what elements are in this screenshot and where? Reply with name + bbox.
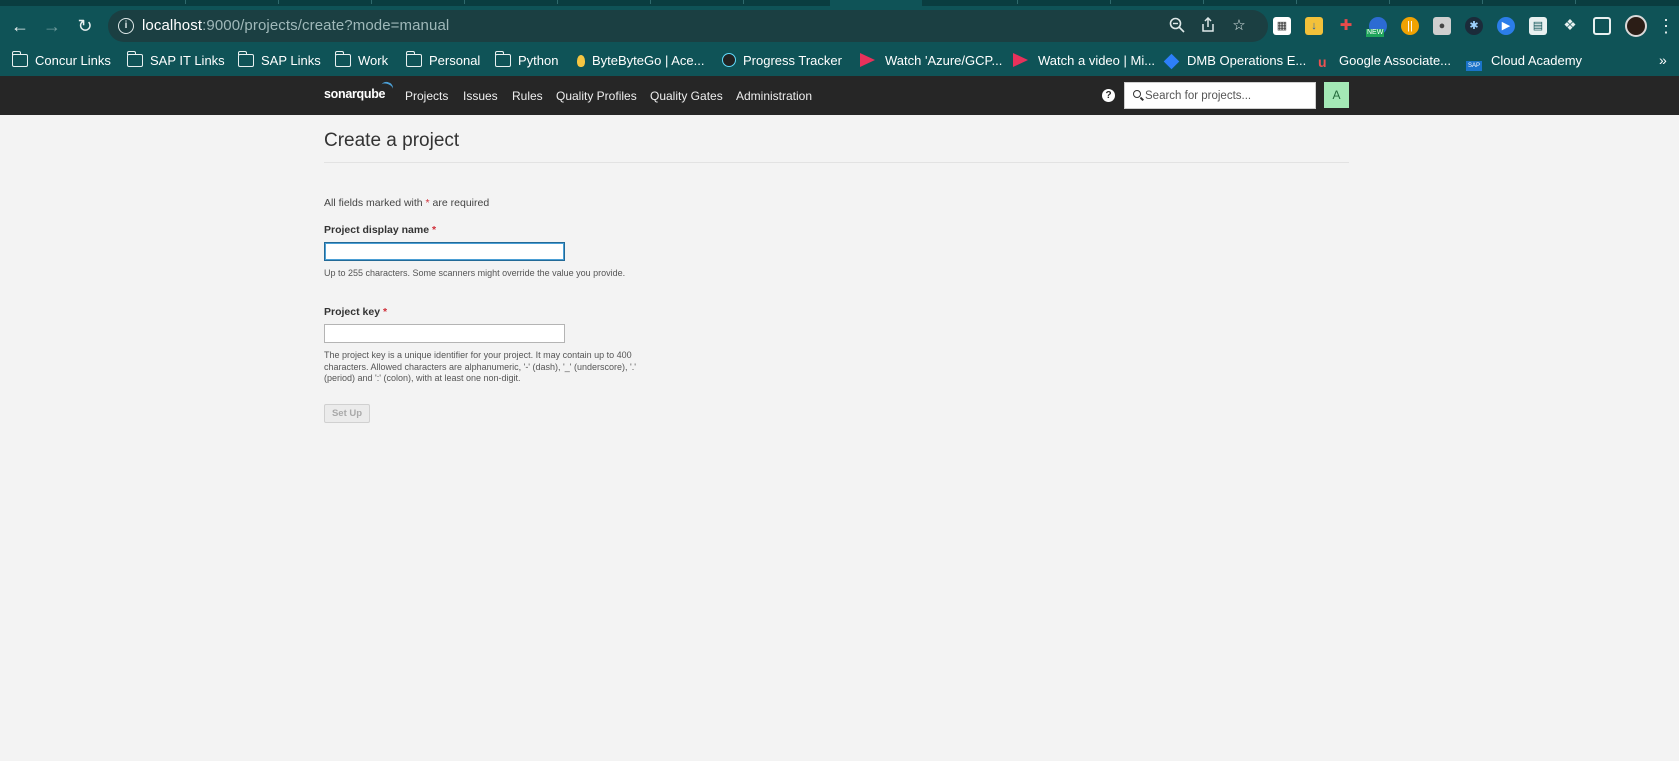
folder-icon: [334, 51, 351, 67]
required-fields-note: All fields marked with * are required: [324, 197, 490, 209]
zoom-icon[interactable]: [1168, 17, 1186, 35]
bookmarks-bar: Concur Links SAP IT Links SAP Links Work…: [0, 46, 1679, 76]
project-key-help: The project key is a unique identifier f…: [324, 350, 636, 383]
video-extension-icon[interactable]: ▶: [1497, 17, 1515, 35]
folder-icon: [237, 51, 254, 67]
puzzle-extensions-icon[interactable]: ❖: [1561, 17, 1579, 35]
bookmark-work[interactable]: Work: [334, 51, 388, 71]
folder-icon: [11, 51, 28, 67]
project-key-input[interactable]: [324, 324, 565, 343]
bookmark-python[interactable]: Python: [494, 51, 558, 71]
bookmark-cloud-academy[interactable]: SAP Cloud Academy: [1466, 51, 1582, 71]
new-badge: NEW: [1366, 29, 1385, 37]
folder-icon: [494, 51, 511, 67]
address-bar[interactable]: i localhost:9000/projects/create?mode=ma…: [108, 10, 1268, 42]
user-avatar[interactable]: A: [1324, 82, 1349, 108]
qr-code-icon[interactable]: ▦: [1273, 17, 1291, 35]
sonarqube-logo[interactable]: sonarqube: [324, 80, 395, 101]
share-icon[interactable]: [1199, 16, 1217, 35]
bookmark-sap-it-links[interactable]: SAP IT Links: [126, 51, 225, 71]
bookmark-concur-links[interactable]: Concur Links: [11, 51, 111, 71]
profile-avatar[interactable]: [1625, 15, 1647, 37]
slack-icon[interactable]: ✚: [1337, 17, 1355, 35]
url-text[interactable]: localhost:9000/projects/create?mode=manu…: [142, 17, 449, 34]
folder-icon: [126, 51, 143, 67]
project-display-name-input[interactable]: [324, 242, 565, 261]
nav-projects[interactable]: Projects: [405, 89, 448, 103]
setup-button[interactable]: Set Up: [324, 404, 370, 423]
settings-extension-icon[interactable]: ✱: [1465, 17, 1483, 35]
nav-issues[interactable]: Issues: [463, 89, 498, 103]
nav-administration[interactable]: Administration: [736, 89, 812, 103]
display-name-label: Project display name *: [324, 224, 437, 236]
diamond-icon: [1163, 53, 1180, 70]
info-icon[interactable]: i: [118, 18, 134, 34]
play-arrow-icon: [860, 53, 875, 67]
nav-quality-profiles[interactable]: Quality Profiles: [556, 89, 637, 103]
camera-icon[interactable]: ●: [1433, 17, 1451, 35]
browser-toolbar: ← → ↻ i localhost:9000/projects/create?m…: [0, 6, 1679, 46]
bookmark-bytebytego[interactable]: ByteByteGo | Ace...: [577, 51, 705, 71]
title-divider: [324, 162, 1349, 163]
folder-icon: [405, 51, 422, 67]
play-arrow-icon: [1013, 53, 1028, 67]
sonarqube-navbar: sonarqube Projects Issues Rules Quality …: [0, 76, 1679, 115]
document-icon[interactable]: ▤: [1529, 17, 1547, 35]
help-icon[interactable]: ?: [1102, 89, 1115, 102]
download-icon[interactable]: ↓: [1305, 17, 1323, 35]
reload-icon[interactable]: ↻: [73, 14, 97, 38]
grammar-icon[interactable]: ||: [1401, 17, 1419, 35]
bookmark-dmb-operations[interactable]: DMB Operations E...: [1163, 51, 1306, 71]
menu-kebab-icon[interactable]: ⋮: [1657, 14, 1675, 38]
project-key-label: Project key *: [324, 306, 388, 318]
react-icon: [722, 53, 736, 67]
project-search-input[interactable]: [1145, 87, 1313, 105]
bookmark-progress-tracker[interactable]: Progress Tracker: [722, 51, 842, 71]
star-bookmark-icon[interactable]: ☆: [1230, 17, 1248, 35]
sap-icon: SAP: [1466, 61, 1482, 71]
side-panel-icon[interactable]: [1593, 17, 1611, 35]
display-name-help: Up to 255 characters. Some scanners migh…: [324, 268, 626, 278]
bookmark-sap-links[interactable]: SAP Links: [237, 51, 321, 71]
project-search[interactable]: [1124, 82, 1316, 109]
bookmarks-overflow-icon[interactable]: »: [1659, 52, 1667, 68]
search-icon: [1133, 90, 1141, 98]
bookmark-google-associate[interactable]: u Google Associate...: [1318, 51, 1451, 71]
udemy-icon: u: [1318, 54, 1327, 70]
forward-arrow-icon[interactable]: →: [40, 14, 64, 38]
nav-rules[interactable]: Rules: [512, 89, 543, 103]
bookmark-watch-video[interactable]: Watch a video | Mi...: [1013, 51, 1155, 71]
bookmark-watch-azure[interactable]: Watch 'Azure/GCP...: [860, 51, 1002, 71]
nav-quality-gates[interactable]: Quality Gates: [650, 89, 723, 103]
bytebytego-icon: [577, 55, 585, 67]
back-arrow-icon[interactable]: ←: [8, 14, 32, 38]
extension-speed-icon[interactable]: NEW: [1366, 17, 1387, 37]
bookmark-personal[interactable]: Personal: [405, 51, 480, 71]
page-title: Create a project: [324, 130, 460, 151]
